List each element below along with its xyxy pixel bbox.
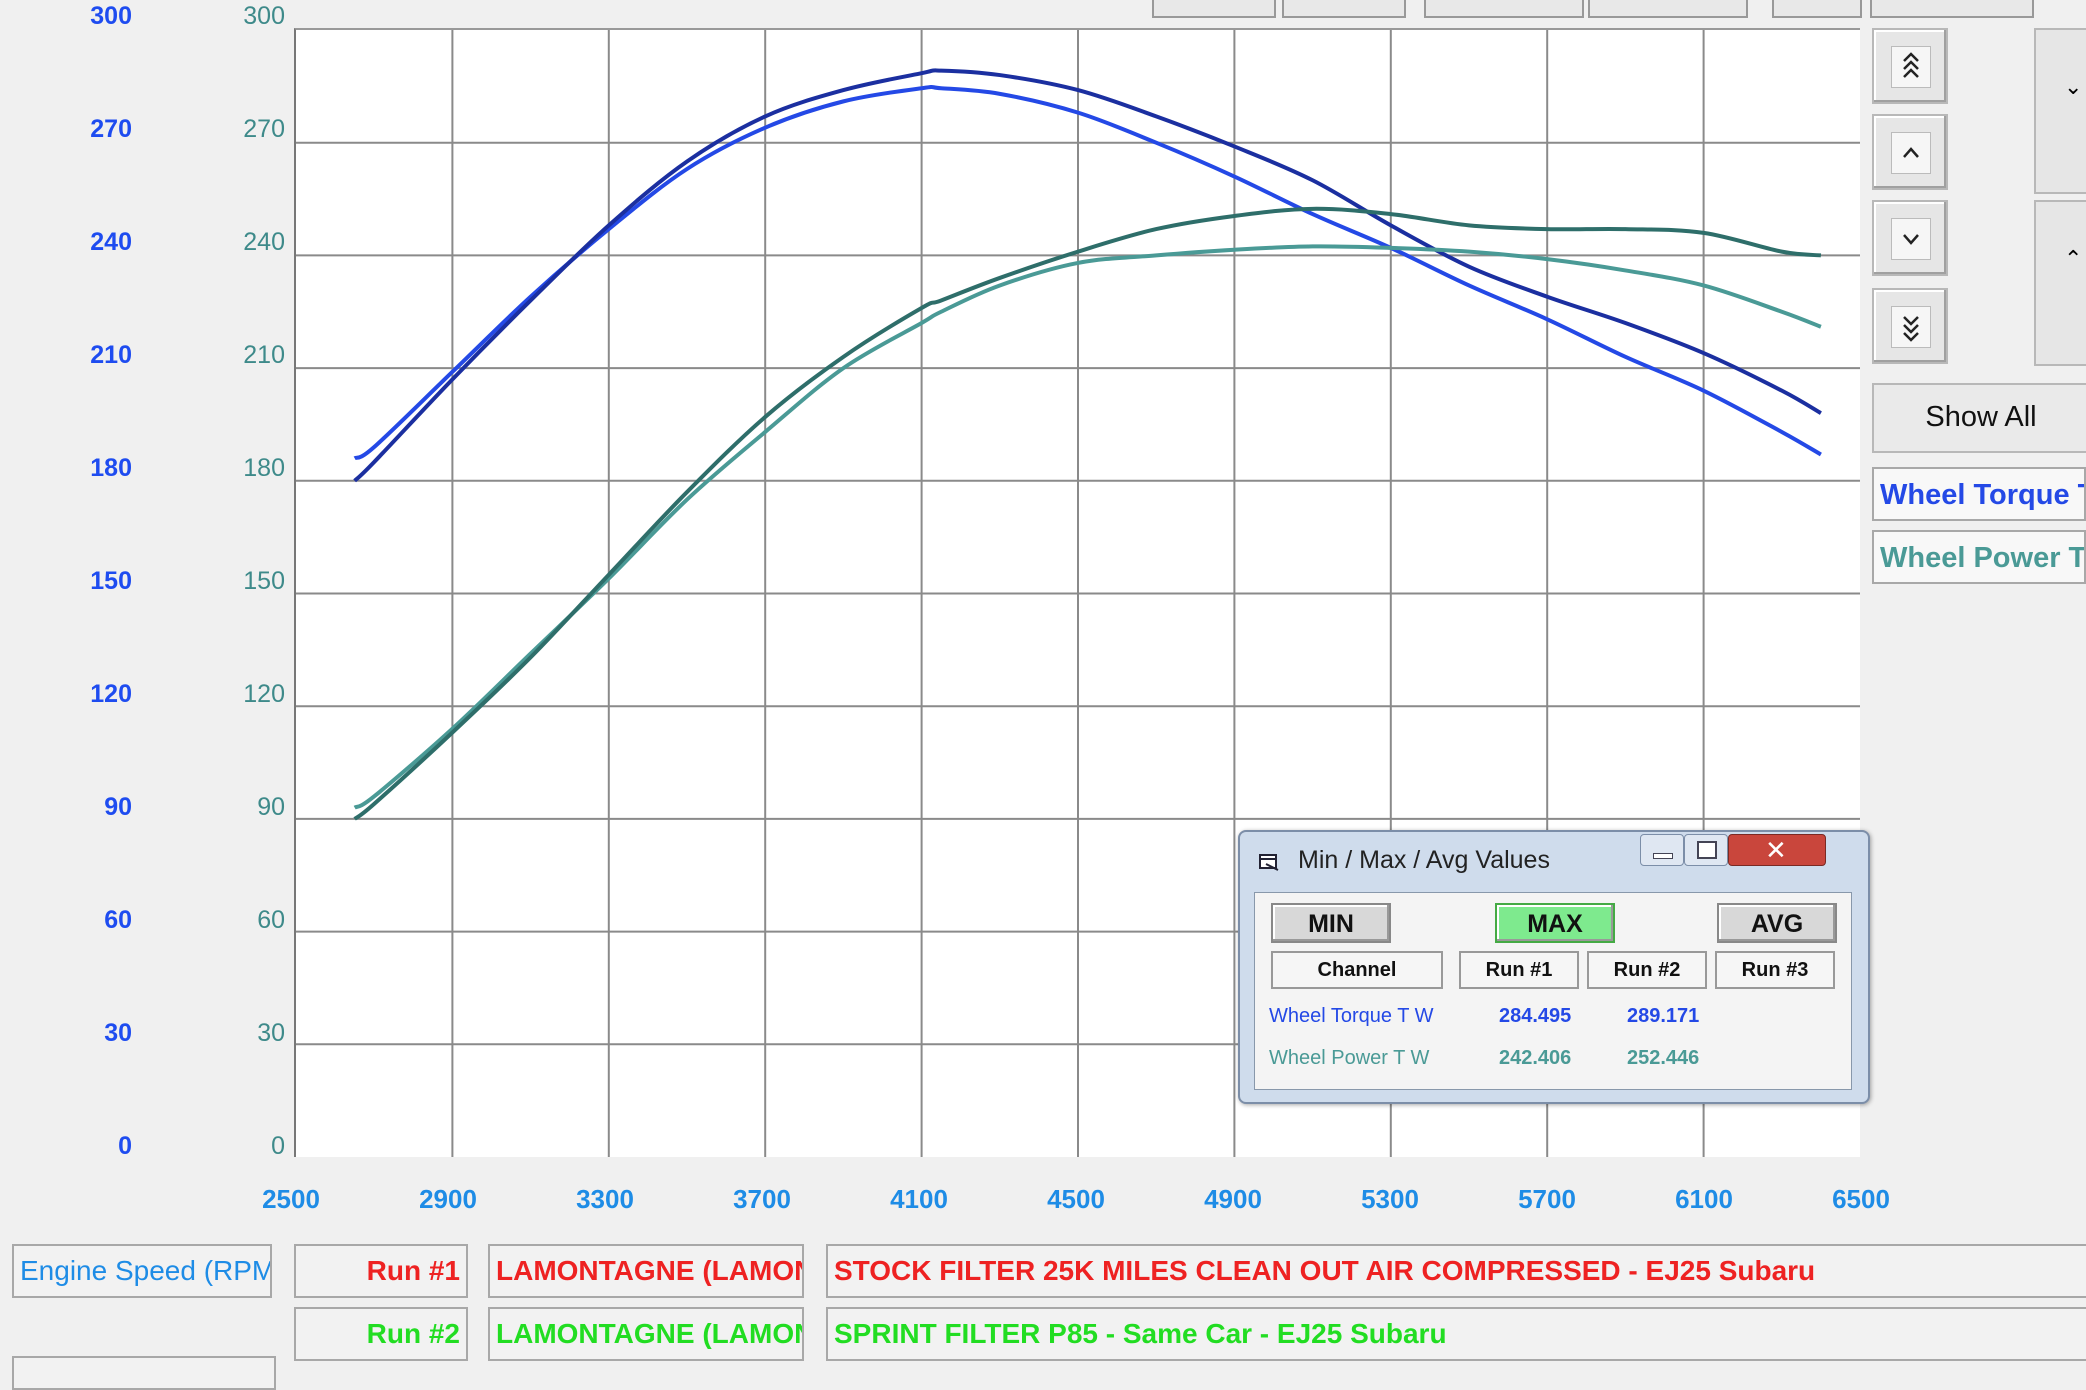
row-power-run2: 252.446 bbox=[1627, 1047, 1700, 1069]
y-tick-label: 240 bbox=[243, 228, 285, 256]
x-tick-label: 2500 bbox=[262, 1184, 320, 1214]
x-channel-aux-box[interactable] bbox=[12, 1356, 276, 1390]
run1-owner[interactable]: LAMONTAGNE (LAMONTAGNE) bbox=[488, 1244, 804, 1298]
avg-button[interactable]: AVG bbox=[1717, 903, 1837, 943]
chevron-up-icon bbox=[1891, 132, 1931, 174]
y-tick-label: 90 bbox=[104, 793, 132, 821]
row-torque-channel: Wheel Torque T W bbox=[1269, 1005, 1434, 1027]
minimize-button[interactable] bbox=[1640, 834, 1684, 866]
header-run3[interactable]: Run #3 bbox=[1715, 951, 1835, 989]
double-chevron-icon: ⌄⌃ bbox=[2064, 74, 2086, 99]
double-chevron-icon: ⌃⌄ bbox=[2064, 246, 2086, 271]
scroll-top-button[interactable] bbox=[1872, 28, 1948, 104]
chevron-down-icon bbox=[1891, 218, 1931, 260]
y-tick-label: 60 bbox=[257, 906, 285, 934]
y-tick-label: 270 bbox=[90, 115, 132, 143]
y-tick-label: 120 bbox=[243, 680, 285, 708]
x-tick-label: 3300 bbox=[576, 1184, 634, 1214]
y-tick-label: 150 bbox=[90, 567, 132, 595]
y-tick-label: 0 bbox=[271, 1132, 285, 1160]
toolbar-button[interactable] bbox=[1424, 0, 1584, 18]
run2-label[interactable]: Run #2 bbox=[294, 1307, 468, 1361]
dialog-body: MIN MAX AVG Channel Run #1 Run #2 Run #3… bbox=[1254, 892, 1852, 1090]
scroll-up-button[interactable] bbox=[1872, 114, 1948, 190]
y-tick-label: 240 bbox=[90, 228, 132, 256]
y-tick-label: 270 bbox=[243, 115, 285, 143]
y-tick-label: 180 bbox=[243, 454, 285, 482]
y-tick-label: 180 bbox=[90, 454, 132, 482]
y-tick-label: 300 bbox=[90, 2, 132, 30]
y-tick-label: 150 bbox=[243, 567, 285, 595]
min-max-avg-dialog[interactable]: Min / Max / Avg Values ✕ MIN MAX AVG Cha… bbox=[1238, 830, 1870, 1104]
x-tick-label: 5300 bbox=[1361, 1184, 1419, 1214]
x-tick-label: 3700 bbox=[733, 1184, 791, 1214]
run2-description[interactable]: SPRINT FILTER P85 - Same Car - EJ25 Suba… bbox=[826, 1307, 2086, 1361]
y-tick-label: 90 bbox=[257, 793, 285, 821]
toolbar-button[interactable] bbox=[1588, 0, 1748, 18]
x-tick-label: 6100 bbox=[1675, 1184, 1733, 1214]
double-chevron-up-icon bbox=[1891, 46, 1931, 88]
y-tick-label: 300 bbox=[243, 2, 285, 30]
dialog-title: Min / Max / Avg Values bbox=[1298, 846, 1550, 874]
y-tick-label: 30 bbox=[104, 1019, 132, 1047]
minimize-icon bbox=[1653, 853, 1673, 859]
double-chevron-down-icon bbox=[1891, 306, 1931, 348]
x-tick-label: 4900 bbox=[1204, 1184, 1262, 1214]
scroll-down-button[interactable] bbox=[1872, 200, 1948, 276]
y-tick-label: 60 bbox=[104, 906, 132, 934]
toolbar-button[interactable] bbox=[1870, 0, 2034, 18]
run2-owner[interactable]: LAMONTAGNE (LAMONTAGNE) bbox=[488, 1307, 804, 1361]
y-tick-label: 120 bbox=[90, 680, 132, 708]
row-power-channel: Wheel Power T W bbox=[1269, 1047, 1430, 1069]
series-power-run2 bbox=[353, 206, 1822, 821]
toolbar-button[interactable] bbox=[1152, 0, 1276, 18]
toolbar-button[interactable] bbox=[1772, 0, 1862, 18]
header-run1[interactable]: Run #1 bbox=[1459, 951, 1579, 989]
scroll-bottom-button[interactable] bbox=[1872, 288, 1948, 364]
scroll-right-bottom-button[interactable]: ⌃⌄ bbox=[2034, 200, 2086, 366]
y-tick-label: 30 bbox=[257, 1019, 285, 1047]
toolbar-button[interactable] bbox=[1282, 0, 1406, 18]
min-button[interactable]: MIN bbox=[1271, 903, 1391, 943]
x-tick-label: 4100 bbox=[890, 1184, 948, 1214]
max-button[interactable]: MAX bbox=[1495, 903, 1615, 943]
close-icon: ✕ bbox=[1765, 835, 1787, 865]
channel-label-torque[interactable]: Wheel Torque T Wheel bbox=[1872, 467, 2086, 521]
maximize-icon bbox=[1697, 841, 1717, 859]
row-torque-run2: 289.171 bbox=[1627, 1005, 1700, 1027]
header-channel[interactable]: Channel bbox=[1271, 951, 1443, 989]
x-tick-label: 5700 bbox=[1518, 1184, 1576, 1214]
x-channel-selector[interactable]: Engine Speed (RPM) bbox=[12, 1244, 272, 1298]
series-power-run1 bbox=[353, 244, 1822, 810]
series-torque-run2 bbox=[353, 68, 1822, 483]
close-button[interactable]: ✕ bbox=[1728, 834, 1826, 866]
x-tick-label: 2900 bbox=[419, 1184, 477, 1214]
x-tick-label: 6500 bbox=[1832, 1184, 1890, 1214]
run1-label[interactable]: Run #1 bbox=[294, 1244, 468, 1298]
run1-description[interactable]: STOCK FILTER 25K MILES CLEAN OUT AIR COM… bbox=[826, 1244, 2086, 1298]
maximize-button[interactable] bbox=[1684, 834, 1728, 866]
show-all-button[interactable]: Show All bbox=[1872, 383, 2086, 453]
header-run2[interactable]: Run #2 bbox=[1587, 951, 1707, 989]
row-power-run1: 242.406 bbox=[1499, 1047, 1572, 1069]
row-torque-run1: 284.495 bbox=[1499, 1005, 1572, 1027]
scroll-right-top-button[interactable]: ⌄⌃ bbox=[2034, 28, 2086, 194]
x-tick-label: 4500 bbox=[1047, 1184, 1105, 1214]
y-tick-label: 210 bbox=[90, 341, 132, 369]
window-icon bbox=[1258, 852, 1280, 872]
channel-label-power[interactable]: Wheel Power T Wheel bbox=[1872, 530, 2086, 584]
y-tick-label: 0 bbox=[118, 1132, 132, 1160]
y-tick-label: 210 bbox=[243, 341, 285, 369]
